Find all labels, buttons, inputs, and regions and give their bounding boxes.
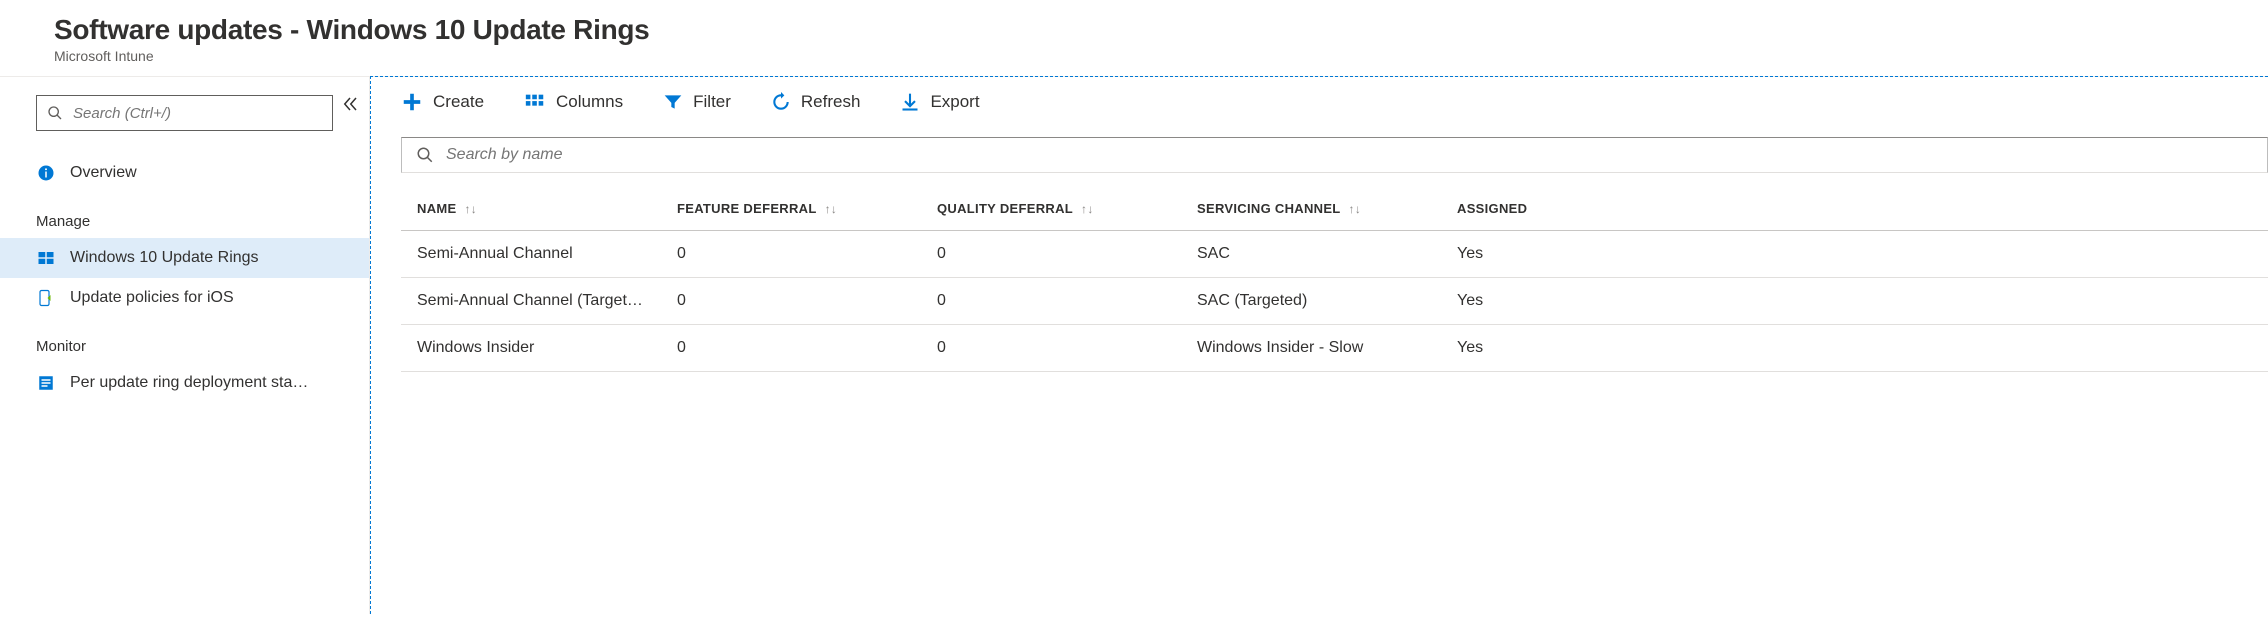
- filter-icon: [663, 92, 683, 112]
- main-panel: Create Columns Filter Refresh: [370, 76, 2268, 614]
- cell-assigned: Yes: [1441, 245, 1601, 263]
- page-subtitle: Microsoft Intune: [54, 48, 2268, 64]
- cell-feature-deferral: 0: [661, 339, 921, 357]
- sidebar: Overview Manage Windows 10 Update Rings …: [0, 77, 370, 614]
- cell-assigned: Yes: [1441, 339, 1601, 357]
- cell-quality-deferral: 0: [921, 292, 1181, 310]
- command-bar: Create Columns Filter Refresh: [371, 77, 2268, 129]
- filter-button[interactable]: Filter: [663, 92, 731, 112]
- sidebar-item-overview[interactable]: Overview: [0, 153, 369, 193]
- cell-quality-deferral: 0: [921, 339, 1181, 357]
- col-servicing-channel[interactable]: SERVICING CHANNEL ↑↓: [1181, 201, 1441, 216]
- cell-quality-deferral: 0: [921, 245, 1181, 263]
- sidebar-item-deployment-status[interactable]: Per update ring deployment sta…: [0, 363, 369, 403]
- table-row[interactable]: Semi-Annual Channel00SACYes: [401, 231, 2268, 278]
- sidebar-item-label: Update policies for iOS: [70, 289, 333, 307]
- plus-icon: [401, 91, 423, 113]
- search-icon: [416, 146, 434, 164]
- section-manage-title: Manage: [0, 193, 369, 238]
- cell-feature-deferral: 0: [661, 245, 921, 263]
- button-label: Export: [930, 92, 979, 112]
- sidebar-item-windows-update-rings[interactable]: Windows 10 Update Rings: [0, 238, 369, 278]
- sort-icon: ↑↓: [825, 202, 838, 216]
- page-title: Software updates - Windows 10 Update Rin…: [54, 14, 2268, 46]
- cell-name: Semi-Annual Channel: [401, 245, 661, 263]
- refresh-button[interactable]: Refresh: [771, 92, 861, 112]
- info-icon: [36, 163, 56, 183]
- cell-assigned: Yes: [1441, 292, 1601, 310]
- columns-button[interactable]: Columns: [524, 91, 623, 113]
- button-label: Refresh: [801, 92, 861, 112]
- sort-icon: ↑↓: [464, 202, 477, 216]
- export-button[interactable]: Export: [900, 92, 979, 112]
- refresh-icon: [771, 92, 791, 112]
- sidebar-item-label: Windows 10 Update Rings: [70, 249, 333, 267]
- col-name[interactable]: NAME ↑↓: [401, 201, 661, 216]
- table-row[interactable]: Windows Insider00Windows Insider - SlowY…: [401, 325, 2268, 372]
- sidebar-item-label: Per update ring deployment sta…: [70, 374, 333, 392]
- windows-icon: [36, 248, 56, 268]
- create-button[interactable]: Create: [401, 91, 484, 113]
- col-assigned[interactable]: ASSIGNED: [1441, 201, 1601, 216]
- sidebar-item-label: Overview: [70, 164, 333, 182]
- page-header: Software updates - Windows 10 Update Rin…: [0, 0, 2268, 76]
- collapse-sidebar-button[interactable]: [341, 95, 359, 113]
- cell-name: Semi-Annual Channel (Targeted): [401, 292, 661, 310]
- section-monitor-title: Monitor: [0, 318, 369, 363]
- main-search[interactable]: [401, 137, 2268, 173]
- columns-icon: [524, 91, 546, 113]
- sidebar-item-update-policies-ios[interactable]: Update policies for iOS: [0, 278, 369, 318]
- cell-servicing-channel: SAC (Targeted): [1181, 292, 1441, 310]
- phone-update-icon: [36, 288, 56, 308]
- col-quality-deferral[interactable]: QUALITY DEFERRAL ↑↓: [921, 201, 1181, 216]
- cell-servicing-channel: Windows Insider - Slow: [1181, 339, 1441, 357]
- button-label: Filter: [693, 92, 731, 112]
- button-label: Columns: [556, 92, 623, 112]
- sidebar-search[interactable]: [36, 95, 333, 131]
- sort-icon: ↑↓: [1349, 202, 1362, 216]
- table-header-row: NAME ↑↓ FEATURE DEFERRAL ↑↓ QUALITY DEFE…: [401, 187, 2268, 231]
- main-search-input[interactable]: [446, 146, 2253, 164]
- table-row[interactable]: Semi-Annual Channel (Targeted)00SAC (Tar…: [401, 278, 2268, 325]
- cell-servicing-channel: SAC: [1181, 245, 1441, 263]
- report-icon: [36, 373, 56, 393]
- search-icon: [47, 105, 63, 121]
- cell-feature-deferral: 0: [661, 292, 921, 310]
- sidebar-search-input[interactable]: [73, 105, 322, 122]
- rings-table: NAME ↑↓ FEATURE DEFERRAL ↑↓ QUALITY DEFE…: [401, 187, 2268, 372]
- download-icon: [900, 92, 920, 112]
- col-feature-deferral[interactable]: FEATURE DEFERRAL ↑↓: [661, 201, 921, 216]
- button-label: Create: [433, 92, 484, 112]
- cell-name: Windows Insider: [401, 339, 661, 357]
- sort-icon: ↑↓: [1081, 202, 1094, 216]
